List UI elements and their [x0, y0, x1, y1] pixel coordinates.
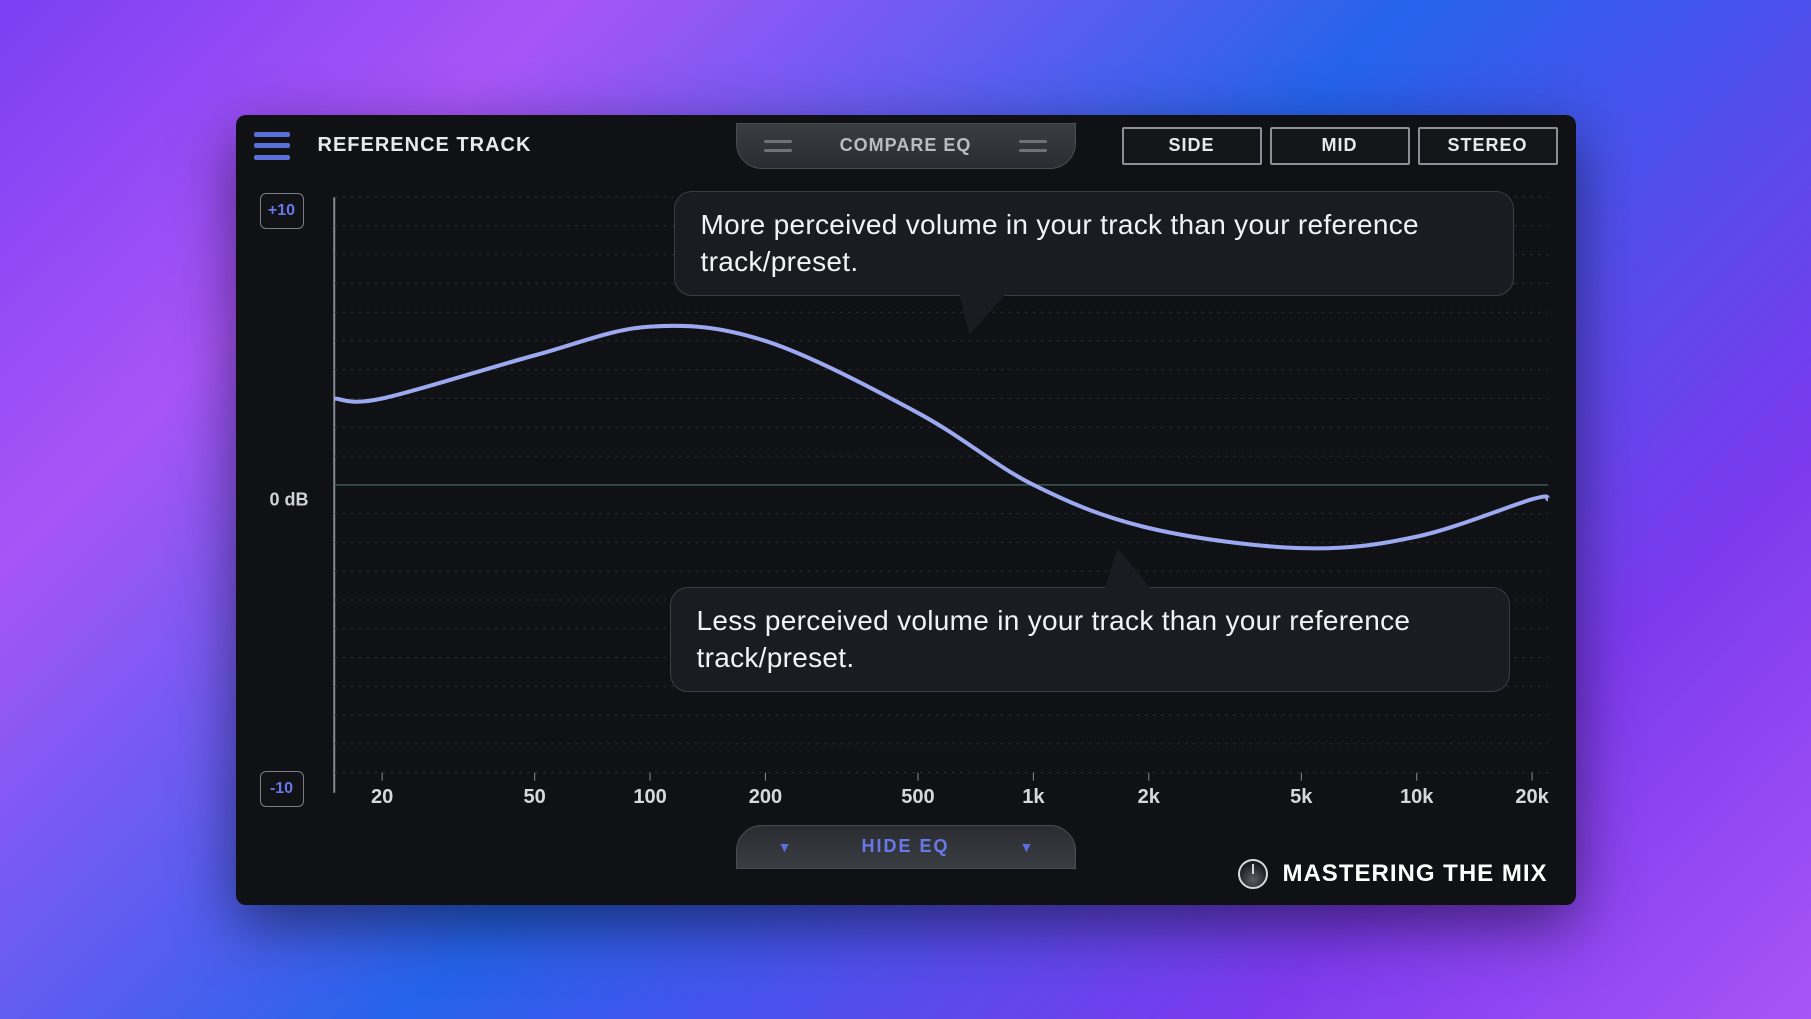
svg-text:20: 20: [370, 785, 392, 807]
tooltip-less-volume: Less perceived volume in your track than…: [670, 587, 1510, 693]
svg-text:1k: 1k: [1022, 785, 1045, 807]
svg-text:200: 200: [748, 785, 781, 807]
monitoring-buttons: SIDE MID STEREO: [1122, 127, 1558, 165]
drag-grip-icon: [1019, 140, 1047, 152]
svg-text:100: 100: [633, 785, 666, 807]
svg-text:20k: 20k: [1515, 785, 1549, 807]
eq-chart[interactable]: +10 0 dB -10 20501002005001k2k5k10k20k M…: [254, 187, 1558, 813]
tooltip-more-volume: More perceived volume in your track than…: [674, 191, 1514, 297]
stereo-button[interactable]: STEREO: [1418, 127, 1558, 165]
chevron-down-icon: ▼: [1020, 839, 1034, 855]
top-bar: REFERENCE TRACK COMPARE EQ SIDE MID STER…: [236, 115, 1576, 177]
compare-eq-label: COMPARE EQ: [840, 135, 972, 156]
track-title: REFERENCE TRACK: [318, 134, 532, 157]
hide-eq-toggle[interactable]: ▼ HIDE EQ ▼: [736, 825, 1076, 869]
side-button[interactable]: SIDE: [1122, 127, 1262, 165]
drag-grip-icon: [764, 140, 792, 152]
brand: MASTERING THE MIX: [1238, 859, 1547, 889]
compare-eq-toggle[interactable]: COMPARE EQ: [736, 123, 1076, 169]
svg-text:2k: 2k: [1137, 785, 1160, 807]
tooltip-text: More perceived volume in your track than…: [701, 209, 1419, 278]
mid-button[interactable]: MID: [1270, 127, 1410, 165]
brand-text: MASTERING THE MIX: [1282, 860, 1547, 888]
svg-text:5k: 5k: [1290, 785, 1313, 807]
tooltip-text: Less perceived volume in your track than…: [697, 605, 1411, 674]
bottom-bar: ▼ HIDE EQ ▼ MASTERING THE MIX: [236, 825, 1576, 905]
chevron-down-icon: ▼: [778, 839, 792, 855]
svg-text:500: 500: [901, 785, 934, 807]
svg-text:10k: 10k: [1399, 785, 1433, 807]
brand-logo-icon: [1238, 859, 1268, 889]
menu-icon[interactable]: [254, 132, 290, 160]
plugin-window: REFERENCE TRACK COMPARE EQ SIDE MID STER…: [236, 115, 1576, 905]
hide-eq-label: HIDE EQ: [861, 836, 949, 857]
svg-text:50: 50: [523, 785, 545, 807]
